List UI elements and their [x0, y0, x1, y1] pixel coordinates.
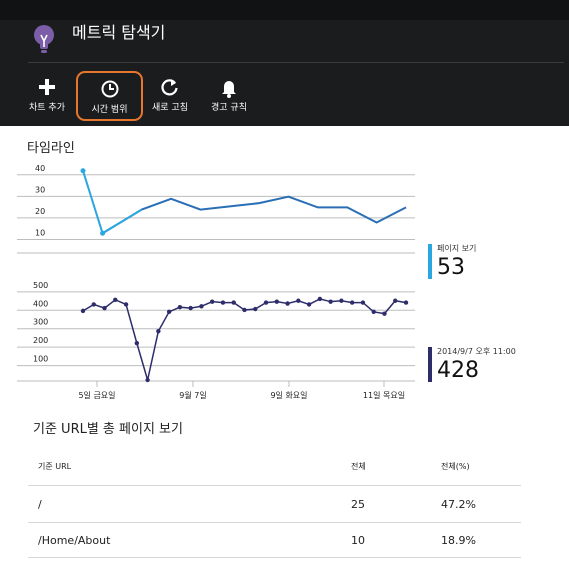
data-point — [220, 300, 226, 305]
data-point — [242, 307, 247, 313]
data-point — [80, 168, 86, 174]
data-point — [231, 300, 236, 305]
data-point — [113, 297, 118, 303]
data-point — [80, 308, 86, 314]
y-tick-label: 100 — [33, 355, 48, 364]
data-point — [274, 299, 279, 304]
x-tick-label: 5일 금요일 — [78, 391, 115, 400]
series-line-highlight — [82, 170, 104, 234]
data-point — [100, 230, 106, 236]
legend-selected-value: 428 — [437, 358, 479, 383]
data-point — [403, 300, 409, 305]
legend-color-bar-selected — [428, 347, 432, 382]
data-point — [166, 309, 172, 315]
legend-selected-time: 2014/9/7 오후 11:00 — [437, 347, 516, 356]
url-table-title: 기준 URL별 총 페이지 보기 — [33, 422, 183, 437]
table-header-base-url[interactable]: 기준 URL — [38, 461, 71, 472]
data-point — [210, 299, 215, 304]
y-tick-label: 400 — [33, 299, 48, 308]
data-point — [91, 302, 96, 307]
table-cell-url[interactable]: /Home/About — [38, 534, 110, 547]
table-cell-percent: 47.2% — [441, 498, 476, 511]
data-point — [328, 299, 333, 304]
data-point — [306, 302, 312, 307]
data-point — [349, 300, 355, 305]
y-tick-label: 10 — [35, 228, 45, 237]
legend-color-bar-pageviews — [428, 244, 432, 279]
data-point — [199, 304, 204, 309]
data-point — [296, 298, 301, 303]
x-tick-label: 11일 목요일 — [363, 391, 405, 400]
table-header-total[interactable]: 전체 — [351, 461, 366, 472]
table-divider — [28, 557, 521, 558]
data-point — [102, 305, 107, 311]
series-line-pageviews — [102, 195, 407, 235]
data-point — [382, 311, 387, 316]
data-point — [317, 296, 323, 302]
table-header-total-percent[interactable]: 전체(%) — [441, 461, 470, 472]
y-tick-label: 40 — [35, 164, 45, 173]
table-cell-total: 10 — [351, 534, 365, 547]
data-point — [123, 302, 129, 307]
data-point — [253, 306, 258, 312]
y-tick-label: 30 — [35, 185, 45, 194]
y-tick-label: 500 — [33, 281, 48, 290]
data-point — [177, 304, 183, 310]
data-point — [339, 298, 344, 303]
y-tick-label: 300 — [33, 318, 48, 327]
data-point — [263, 300, 269, 305]
table-divider — [28, 485, 521, 486]
table-cell-percent: 18.9% — [441, 534, 476, 547]
data-point — [371, 309, 376, 315]
y-tick-label: 200 — [33, 336, 48, 345]
series-line-highlight — [102, 208, 143, 235]
data-point — [188, 305, 193, 311]
data-point — [393, 298, 398, 303]
data-point — [134, 340, 140, 346]
x-tick-label: 9월 7일 — [179, 390, 206, 400]
legend-pageviews-value: 53 — [437, 255, 465, 280]
data-point — [285, 301, 290, 306]
data-point — [156, 328, 161, 334]
table-cell-url[interactable]: / — [38, 498, 42, 511]
data-point — [145, 377, 150, 383]
table-divider — [28, 522, 521, 523]
data-point — [360, 300, 366, 305]
y-tick-label: 20 — [35, 207, 45, 216]
x-tick-label: 9일 화요일 — [270, 391, 307, 400]
legend-pageviews-name: 페이지 보기 — [437, 244, 477, 253]
table-cell-total: 25 — [351, 498, 365, 511]
